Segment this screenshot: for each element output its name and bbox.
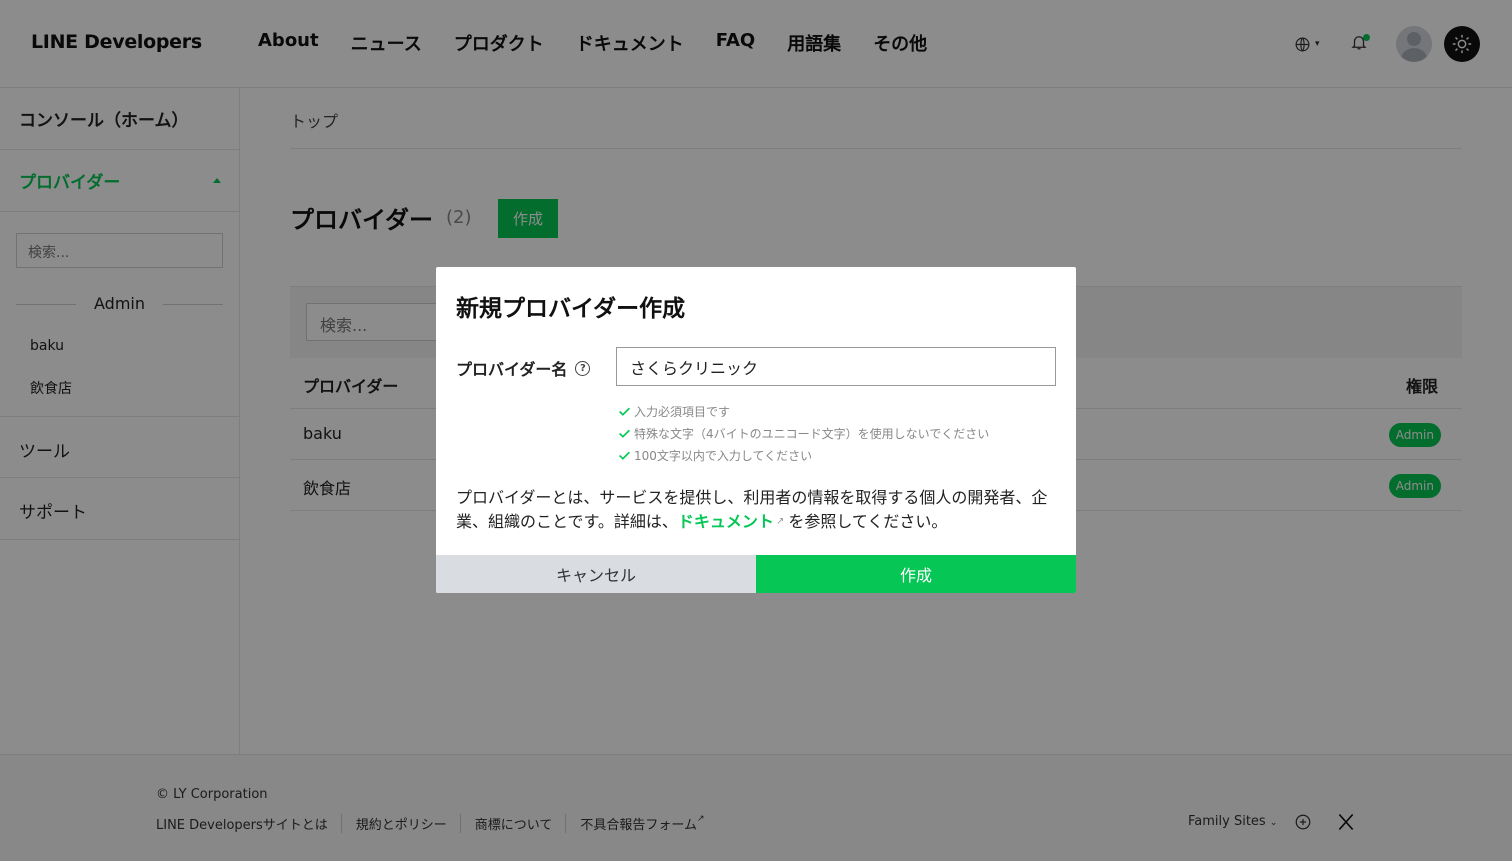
create-button[interactable]: 作成: [756, 555, 1076, 593]
provider-name-label: プロバイダー名 ?: [456, 356, 591, 380]
dialog-description: プロバイダーとは、サービスを提供し、利用者の情報を取得する個人の開発者、企業、組…: [456, 486, 1056, 534]
dialog-title: 新規プロバイダー作成: [456, 296, 686, 322]
documentation-link[interactable]: ドキュメント: [678, 512, 774, 531]
check-icon: [619, 429, 630, 438]
provider-name-input[interactable]: [616, 347, 1056, 386]
validation-rules: 入力必須項目です 特殊な文字（4バイトのユニコード文字）を使用しないでください …: [618, 400, 989, 466]
cancel-button[interactable]: キャンセル: [436, 555, 756, 593]
new-provider-dialog: 新規プロバイダー作成 プロバイダー名 ? 入力必須項目です 特殊な文字（4バイト…: [436, 267, 1076, 593]
validation-rule: 入力必須項目です: [618, 400, 989, 422]
validation-rule: 特殊な文字（4バイトのユニコード文字）を使用しないでください: [618, 422, 989, 444]
external-link-icon: ↗: [775, 516, 785, 527]
help-icon[interactable]: ?: [575, 360, 591, 376]
validation-rule: 100文字以内で入力してください: [618, 444, 989, 466]
check-icon: [619, 451, 630, 460]
check-icon: [619, 407, 630, 416]
